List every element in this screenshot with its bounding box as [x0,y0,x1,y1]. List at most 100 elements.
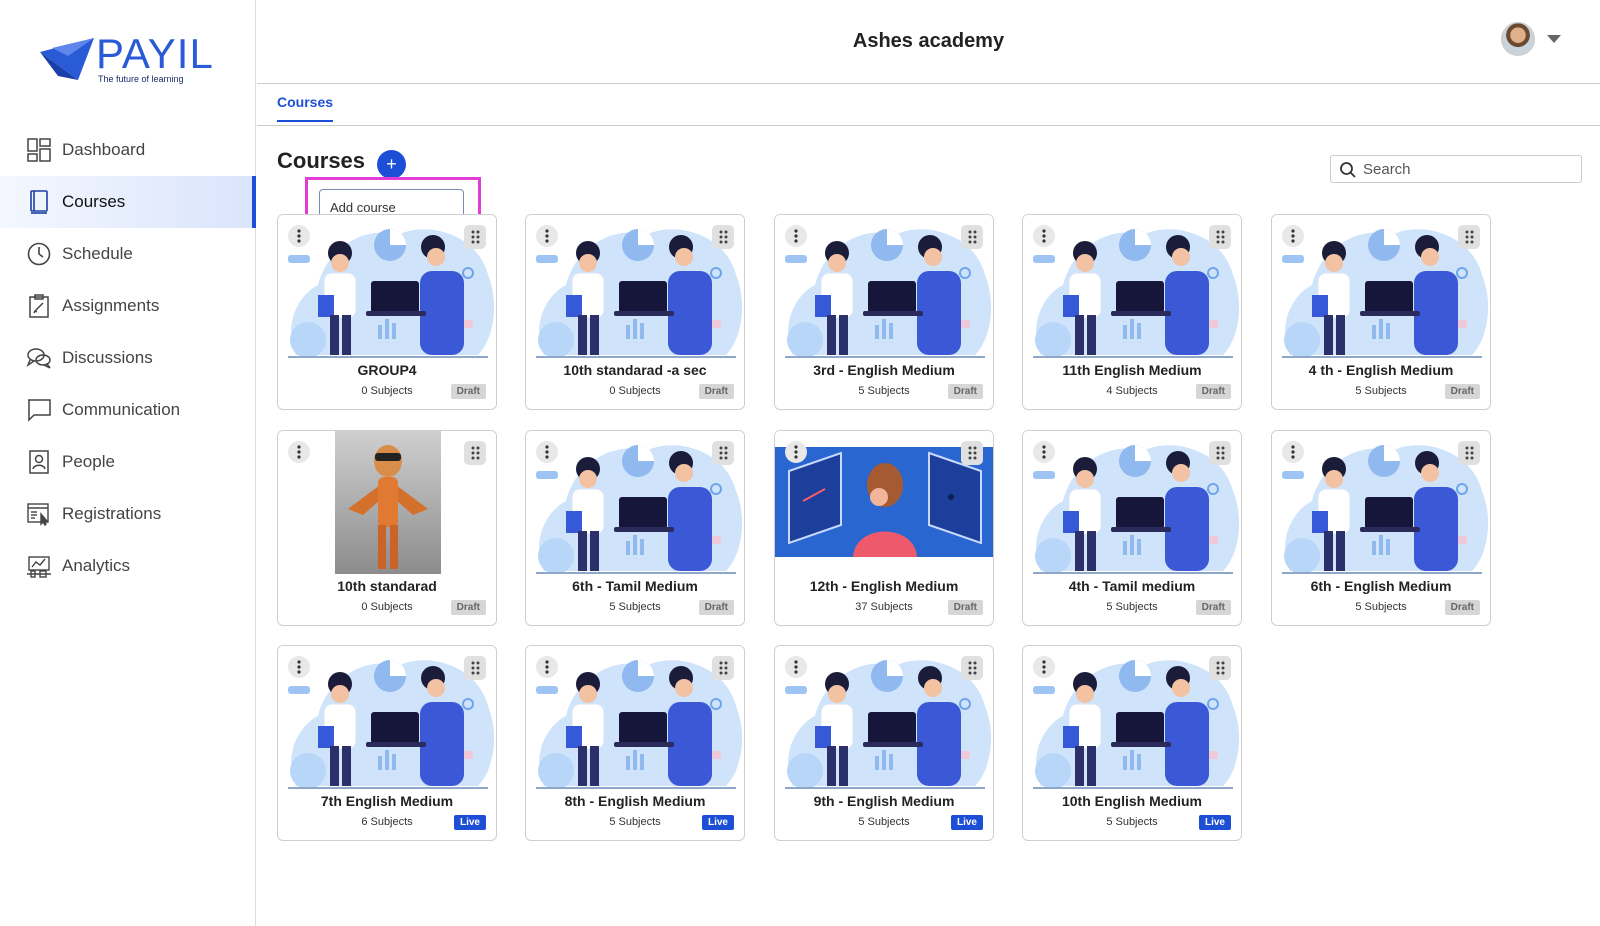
sidebar-item-schedule[interactable]: Schedule [0,228,256,280]
course-card[interactable]: 9th - English Medium 5 Subjects Live [774,645,994,841]
sidebar-item-registrations[interactable]: Registrations [0,488,256,540]
more-vertical-icon[interactable] [536,225,558,247]
status-badge: Draft [947,384,983,399]
course-card[interactable]: 6th - Tamil Medium 5 Subjects Draft [525,430,745,626]
more-vertical-icon[interactable] [785,656,807,678]
drag-handle-icon[interactable] [1458,441,1480,465]
status-badge: Draft [1444,384,1480,399]
sidebar-item-label: Communication [62,400,181,419]
book-icon [26,189,52,215]
course-name: 4 th - English Medium [1308,362,1454,378]
drag-handle-icon[interactable] [1209,441,1231,465]
sidebar-item-label: Analytics [62,556,131,575]
logo-tagline: The future of learning [98,74,184,84]
chat-icon [26,397,52,423]
people-icon [26,449,52,475]
status-badge: Live [453,815,486,830]
course-card[interactable]: 6th - English Medium 5 Subjects Draft [1271,430,1491,626]
chevron-down-icon[interactable] [1547,35,1561,43]
course-name: 10th standarad [337,578,437,594]
course-card[interactable]: 3rd - English Medium 5 Subjects Draft [774,214,994,410]
course-card[interactable]: 4th - Tamil medium 5 Subjects Draft [1022,430,1242,626]
sidebar-item-analytics[interactable]: Analytics [0,540,256,592]
avatar[interactable] [1501,22,1535,56]
drag-handle-icon[interactable] [464,656,486,680]
logo-mark-icon [40,38,94,80]
course-name: 4th - Tamil medium [1068,578,1196,594]
more-vertical-icon[interactable] [1282,225,1304,247]
drag-handle-icon[interactable] [961,656,983,680]
more-vertical-icon[interactable] [288,441,310,463]
more-vertical-icon[interactable] [1282,441,1304,463]
course-card[interactable]: 10th standarad -a sec 0 Subjects Draft [525,214,745,410]
more-vertical-icon[interactable] [288,225,310,247]
course-name: GROUP4 [357,362,417,378]
sidebar-item-communication[interactable]: Communication [0,384,256,436]
sidebar-item-label: People [62,452,115,471]
drag-handle-icon[interactable] [464,441,486,465]
course-card[interactable]: GROUP4 0 Subjects Draft [277,214,497,410]
status-badge: Live [1198,815,1231,830]
course-card[interactable]: 10th English Medium 5 Subjects Live [1022,645,1242,841]
more-vertical-icon[interactable] [1033,441,1055,463]
drag-handle-icon[interactable] [712,441,734,465]
course-card[interactable]: 7th English Medium 6 Subjects Live [277,645,497,841]
payil-logo[interactable]: PAYIL The future of learning [38,30,228,90]
course-card[interactable]: 4 th - English Medium 5 Subjects Draft [1271,214,1491,410]
page-title: Courses [277,148,366,173]
sidebar-item-label: Courses [62,192,126,211]
drag-handle-icon[interactable] [961,225,983,249]
course-card[interactable]: 11th English Medium 4 Subjects Draft [1022,214,1242,410]
add-course-button[interactable]: + [377,150,406,179]
drag-handle-icon[interactable] [1209,225,1231,249]
drag-handle-icon[interactable] [1209,656,1231,680]
sidebar-item-label: Assignments [62,296,160,315]
drag-handle-icon[interactable] [464,225,486,249]
tab-courses[interactable]: Courses [277,94,334,122]
logo-wordmark: PAYIL [96,30,214,77]
drag-handle-icon[interactable] [1458,225,1480,249]
search-icon [1340,162,1356,178]
more-vertical-icon[interactable] [1033,656,1055,678]
registration-icon [26,501,52,527]
status-badge: Live [701,815,734,830]
course-card[interactable]: 10th standarad 0 Subjects Draft [277,430,497,626]
status-badge: Draft [450,600,486,615]
status-badge: Draft [698,600,734,615]
course-card[interactable]: 8th - English Medium 5 Subjects Live [525,645,745,841]
tab-bar: Courses [257,84,1600,126]
status-badge: Draft [1444,600,1480,615]
more-vertical-icon[interactable] [1033,225,1055,247]
drag-handle-icon[interactable] [712,656,734,680]
course-name: 6th - English Medium [1310,578,1452,594]
sidebar-item-discussions[interactable]: Discussions [0,332,256,384]
sidebar-nav: Dashboard Courses Schedule Assignments D… [0,124,256,592]
sidebar-item-label: Registrations [62,504,162,523]
analytics-icon [26,553,52,579]
status-badge: Draft [1195,384,1231,399]
search-input[interactable] [1363,159,1573,180]
course-name: 9th - English Medium [813,793,955,809]
sidebar-item-people[interactable]: People [0,436,256,488]
search-box[interactable] [1330,155,1582,183]
drag-handle-icon[interactable] [961,441,983,465]
course-name: 11th English Medium [1062,362,1202,378]
status-badge: Draft [698,384,734,399]
sidebar-item-dashboard[interactable]: Dashboard [0,124,256,176]
sidebar-item-label: Schedule [62,244,133,263]
dashboard-icon [26,137,52,163]
status-badge: Live [950,815,983,830]
more-vertical-icon[interactable] [785,225,807,247]
academy-title: Ashes academy [852,30,1005,52]
course-card[interactable]: 12th - English Medium 37 Subjects Draft [774,430,994,626]
sidebar-item-label: Dashboard [62,140,146,159]
drag-handle-icon[interactable] [712,225,734,249]
sidebar-item-courses[interactable]: Courses [0,176,256,228]
sidebar: PAYIL The future of learning Dashboard C… [0,0,256,926]
more-vertical-icon[interactable] [288,656,310,678]
more-vertical-icon[interactable] [536,656,558,678]
more-vertical-icon[interactable] [785,441,807,463]
more-vertical-icon[interactable] [536,441,558,463]
sidebar-item-assignments[interactable]: Assignments [0,280,256,332]
course-name: 10th standarad -a sec [563,362,707,378]
